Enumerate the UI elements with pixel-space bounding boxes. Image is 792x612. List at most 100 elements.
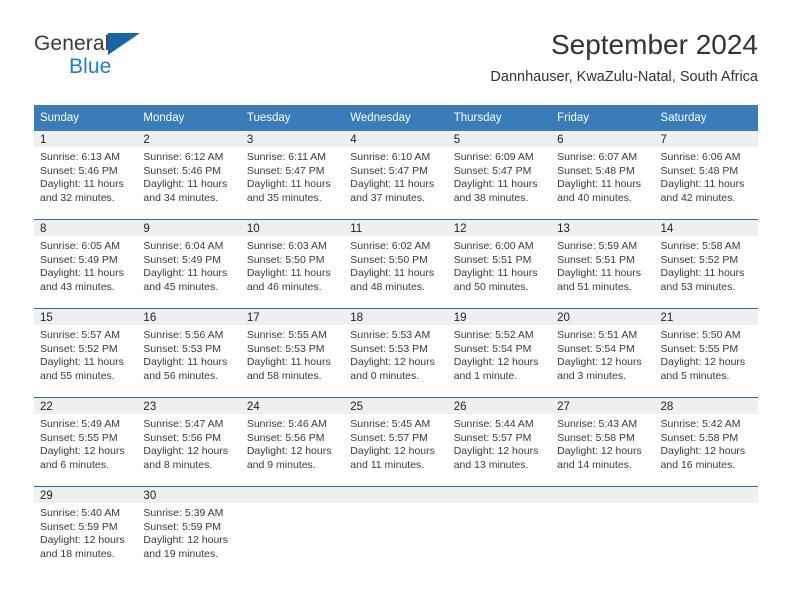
day-sun-info: Sunrise: 6:11 AM Sunset: 5:47 PM Daylight:… (241, 147, 344, 205)
sunset-time: Sunset: 5:47 PM (350, 164, 428, 177)
sunrise-time: Sunrise: 6:02 AM (350, 240, 431, 252)
calendar-day-cell[interactable]: 25 Sunrise: 5:45 AM Sunset: 5:57 PM Dayligh… (344, 397, 448, 487)
calendar-day-cell[interactable]: 5 Sunrise: 6:09 AM Sunset: 5:47 PM Daylight… (447, 131, 552, 220)
sunset-time: Sunset: 5:52 PM (40, 342, 118, 355)
weekday-header-saturday: Saturday (654, 105, 758, 131)
daylight-duration-line2: and 19 minutes. (143, 547, 219, 560)
calendar-day-cell[interactable]: 26 Sunrise: 5:44 AM Sunset: 5:57 PM Dayligh… (447, 397, 552, 487)
sunrise-time: Sunrise: 5:56 AM (143, 329, 224, 341)
calendar-day-cell[interactable]: 11 Sunrise: 6:02 AM Sunset: 5:50 PM Dayligh… (344, 219, 448, 309)
calendar-day-cell[interactable]: 16 Sunrise: 5:56 AM Sunset: 5:53 PM Dayligh… (137, 308, 241, 398)
daylight-duration-line2: and 42 minutes. (660, 191, 736, 204)
sunrise-time: Sunrise: 5:53 AM (350, 329, 431, 341)
calendar-day-cell[interactable]: 23 Sunrise: 5:47 AM Sunset: 5:56 PM Dayligh… (137, 397, 241, 487)
day-number (551, 487, 655, 503)
daylight-duration-line1: Daylight: 11 hours (143, 267, 228, 280)
calendar-day-cell[interactable]: 2 Sunrise: 6:12 AM Sunset: 5:46 PM Daylight… (137, 131, 241, 220)
sunrise-time: Sunrise: 5:46 AM (246, 418, 327, 430)
calendar-day-cell[interactable]: 27 Sunrise: 5:43 AM Sunset: 5:58 PM Dayligh… (551, 397, 655, 487)
daylight-duration-line1: Daylight: 12 hours (350, 356, 435, 369)
calendar-day-cell[interactable]: 19 Sunrise: 5:52 AM Sunset: 5:54 PM Dayligh… (447, 308, 552, 398)
calendar-day-cell[interactable]: 13 Sunrise: 5:59 AM Sunset: 5:51 PM Dayligh… (551, 219, 655, 309)
day-sun-info: Sunrise: 6:00 AM Sunset: 5:51 PM Daylight:… (448, 236, 551, 294)
daylight-duration-line1: Daylight: 12 hours (557, 356, 642, 369)
sunrise-time: Sunrise: 5:57 AM (40, 329, 120, 341)
sunset-time: Sunset: 5:58 PM (660, 431, 739, 444)
sunrise-time: Sunrise: 5:39 AM (143, 507, 224, 519)
calendar-day-cell[interactable]: 1 Sunrise: 6:13 AM Sunset: 5:46 PM Daylight… (34, 131, 138, 220)
sunrise-time: Sunrise: 5:40 AM (40, 507, 120, 519)
sunrise-time: Sunrise: 6:13 AM (40, 151, 120, 163)
daylight-duration-line1: Daylight: 11 hours (246, 356, 331, 369)
daylight-duration-line1: Daylight: 12 hours (40, 534, 125, 547)
calendar-day-cell[interactable]: 9 Sunrise: 6:04 AM Sunset: 5:49 PM Daylight… (137, 219, 241, 309)
calendar-day-cell[interactable]: 6 Sunrise: 6:07 AM Sunset: 5:48 PM Daylight… (551, 131, 655, 220)
daylight-duration-line2: and 6 minutes. (40, 458, 109, 471)
calendar-day-cell[interactable]: 15 Sunrise: 5:57 AM Sunset: 5:52 PM Dayligh… (34, 308, 138, 398)
sunset-time: Sunset: 5:52 PM (660, 253, 739, 266)
calendar-day-cell[interactable]: 28 Sunrise: 5:42 AM Sunset: 5:58 PM Dayligh… (654, 397, 758, 487)
daylight-duration-line2: and 14 minutes. (557, 458, 632, 471)
logo-text-blue: Blue (69, 55, 112, 78)
sunrise-time: Sunrise: 6:03 AM (246, 240, 327, 252)
daylight-duration-line2: and 11 minutes. (350, 458, 425, 471)
calendar-header-row: Sunday Monday Tuesday Wednesday Thursday… (34, 105, 758, 131)
calendar-day-cell[interactable]: 12 Sunrise: 6:00 AM Sunset: 5:51 PM Dayligh… (447, 219, 552, 309)
sunset-time: Sunset: 5:46 PM (143, 164, 222, 177)
day-sun-info: Sunrise: 5:53 AM Sunset: 5:53 PM Daylight:… (344, 325, 447, 383)
day-number: 4 (344, 131, 448, 147)
calendar-day-cell[interactable]: 17 Sunrise: 5:55 AM Sunset: 5:53 PM Dayligh… (240, 308, 345, 398)
sunset-time: Sunset: 5:57 PM (453, 431, 532, 444)
day-sun-info: Sunrise: 6:05 AM Sunset: 5:49 PM Daylight:… (34, 236, 137, 294)
sunset-time: Sunset: 5:56 PM (143, 431, 222, 444)
sunset-time: Sunset: 5:48 PM (660, 164, 739, 177)
calendar-day-cell[interactable]: 3 Sunrise: 6:11 AM Sunset: 5:47 PM Daylight… (240, 131, 345, 220)
calendar-page: General Blue September 2024 Dannhauser, … (0, 0, 792, 612)
day-number (654, 487, 758, 503)
daylight-duration-line1: Daylight: 11 hours (660, 178, 745, 191)
calendar-day-cell[interactable]: 22 Sunrise: 5:49 AM Sunset: 5:55 PM Dayligh… (34, 397, 138, 487)
day-number: 23 (137, 398, 241, 414)
calendar-day-cell[interactable]: 24 Sunrise: 5:46 AM Sunset: 5:56 PM Dayligh… (240, 397, 345, 487)
day-sun-info: Sunrise: 5:46 AM Sunset: 5:56 PM Daylight:… (241, 414, 344, 472)
sunset-time: Sunset: 5:55 PM (40, 431, 118, 444)
sunrise-time: Sunrise: 5:55 AM (246, 329, 327, 341)
daylight-duration-line2: and 43 minutes. (40, 280, 115, 293)
sunrise-time: Sunrise: 5:49 AM (40, 418, 120, 430)
day-number: 28 (654, 398, 758, 414)
daylight-duration-line1: Daylight: 11 hours (40, 178, 124, 191)
daylight-duration-line1: Daylight: 11 hours (557, 267, 641, 280)
sunset-time: Sunset: 5:50 PM (246, 253, 325, 266)
day-number: 6 (551, 131, 655, 147)
calendar-day-cell[interactable]: 18 Sunrise: 5:53 AM Sunset: 5:53 PM Dayligh… (344, 308, 448, 398)
day-number: 19 (447, 309, 552, 325)
calendar-day-cell[interactable]: 8 Sunrise: 6:05 AM Sunset: 5:49 PM Daylight… (34, 219, 138, 309)
day-sun-info: Sunrise: 5:59 AM Sunset: 5:51 PM Daylight:… (551, 236, 654, 294)
sunset-time: Sunset: 5:55 PM (660, 342, 739, 355)
day-sun-info: Sunrise: 5:47 AM Sunset: 5:56 PM Daylight:… (137, 414, 240, 472)
sunset-time: Sunset: 5:57 PM (350, 431, 428, 444)
sunset-time: Sunset: 5:53 PM (143, 342, 222, 355)
sunset-time: Sunset: 5:58 PM (557, 431, 635, 444)
calendar-day-cell[interactable]: 29 Sunrise: 5:40 AM Sunset: 5:59 PM Dayligh… (34, 486, 138, 575)
daylight-duration-line2: and 3 minutes. (557, 369, 626, 382)
day-number: 1 (34, 131, 138, 147)
calendar-day-cell[interactable]: 10 Sunrise: 6:03 AM Sunset: 5:50 PM Dayligh… (240, 219, 345, 309)
calendar-day-cell[interactable]: 21 Sunrise: 5:50 AM Sunset: 5:55 PM Dayligh… (654, 308, 758, 398)
daylight-duration-line1: Daylight: 12 hours (660, 356, 746, 369)
weekday-header-friday: Friday (551, 105, 655, 131)
daylight-duration-line1: Daylight: 11 hours (453, 267, 538, 280)
calendar-day-cell[interactable]: 20 Sunrise: 5:51 AM Sunset: 5:54 PM Dayligh… (551, 308, 655, 398)
calendar-day-cell[interactable]: 4 Sunrise: 6:10 AM Sunset: 5:47 PM Daylight… (344, 131, 448, 220)
day-number: 5 (447, 131, 552, 147)
calendar-day-cell[interactable]: 7 Sunrise: 6:06 AM Sunset: 5:48 PM Daylight… (654, 131, 758, 220)
daylight-duration-line1: Daylight: 12 hours (40, 445, 125, 458)
daylight-duration-line1: Daylight: 11 hours (143, 356, 228, 369)
daylight-duration-line1: Daylight: 11 hours (453, 178, 538, 191)
day-sun-info: Sunrise: 6:04 AM Sunset: 5:49 PM Daylight:… (137, 236, 240, 294)
calendar-week-row: 22 Sunrise: 5:49 AM Sunset: 5:55 PM Dayligh… (34, 397, 758, 487)
daylight-duration-line2: and 5 minutes. (660, 369, 730, 382)
daylight-duration-line1: Daylight: 12 hours (660, 445, 746, 458)
calendar-day-cell[interactable]: 14 Sunrise: 5:58 AM Sunset: 5:52 PM Dayligh… (654, 219, 758, 309)
calendar-day-cell[interactable]: 30 Sunrise: 5:39 AM Sunset: 5:59 PM Dayligh… (137, 486, 241, 575)
